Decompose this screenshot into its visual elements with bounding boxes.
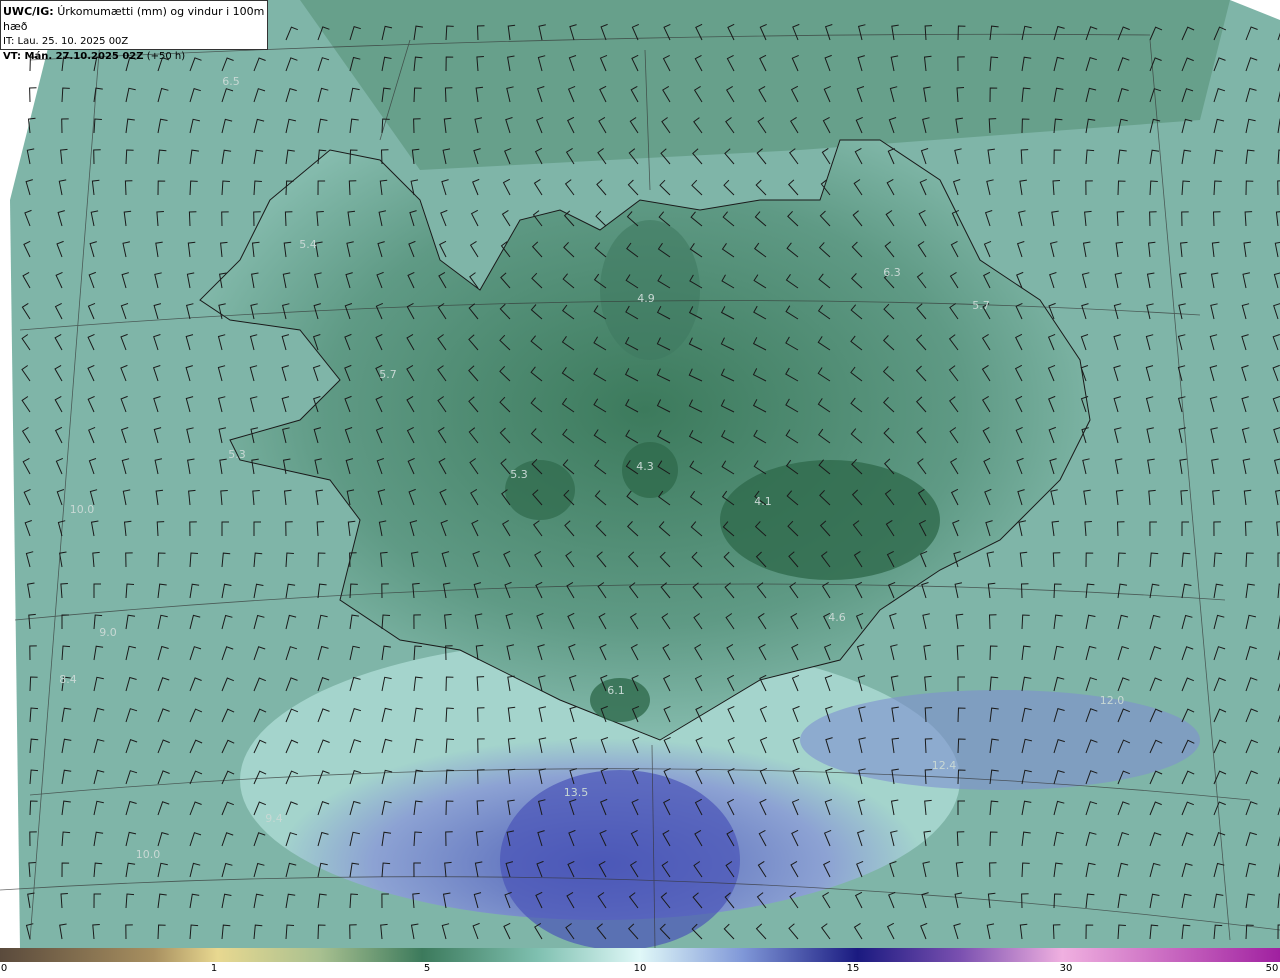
initial-time: IT: Lau. 25. 10. 2025 00Z: [3, 36, 129, 47]
valid-time: VT: Mán. 27.10.2025 02Z: [3, 51, 144, 62]
pw-value-label: 8.4: [59, 673, 77, 686]
forecast-hour: (+50 h): [146, 51, 186, 62]
pw-value-label: 6.5: [222, 75, 240, 88]
pw-value-label: 4.1: [754, 495, 772, 508]
colorbar-tick-label: 30: [1059, 963, 1073, 974]
pw-value-label: 9.0: [99, 626, 117, 639]
pw-value-label: 4.9: [637, 292, 655, 305]
colorbar: [0, 948, 1280, 962]
precipitable-water-map: 6.5 5.4 5.7 5.3 4.9 6.3 5.7 5.3 4.3 4.1 4.6 6.1 10.0…: [0, 0, 1280, 948]
pw-value-label: 12.0: [1100, 694, 1125, 707]
pw-value-label: 10.0: [136, 848, 161, 861]
colorbar-tick-label: 5: [423, 963, 431, 974]
colorbar-tick-label: 50: [1265, 963, 1279, 974]
pw-value-label: 6.3: [883, 266, 901, 279]
pw-value-label: 5.3: [228, 448, 246, 461]
colorbar-tick-label: 15: [846, 963, 860, 974]
pw-value-label: 5.4: [299, 238, 317, 251]
pw-value-label: 6.1: [607, 684, 625, 697]
pw-value-label: 9.4: [265, 812, 283, 825]
pw-value-label: 13.5: [564, 786, 589, 799]
colorbar-tick-label: 1: [210, 963, 218, 974]
pw-value-label: 5.3: [510, 468, 528, 481]
pw-value-label: 5.7: [972, 299, 990, 312]
pw-value-label: 5.7: [379, 368, 397, 381]
pw-value-label: 10.0: [70, 503, 95, 516]
colorbar-tick-label: 10: [633, 963, 647, 974]
map-title-box: UWC/IG: Úrkomumætti (mm) og vindur i 100…: [0, 0, 268, 62]
pw-value-label: 4.6: [828, 611, 846, 624]
colorbar-tick-label: 0: [0, 963, 8, 974]
pw-value-label: 4.3: [636, 460, 654, 473]
pw-value-label: 12.4: [932, 759, 957, 772]
model-name: UWC/IG:: [3, 5, 54, 18]
